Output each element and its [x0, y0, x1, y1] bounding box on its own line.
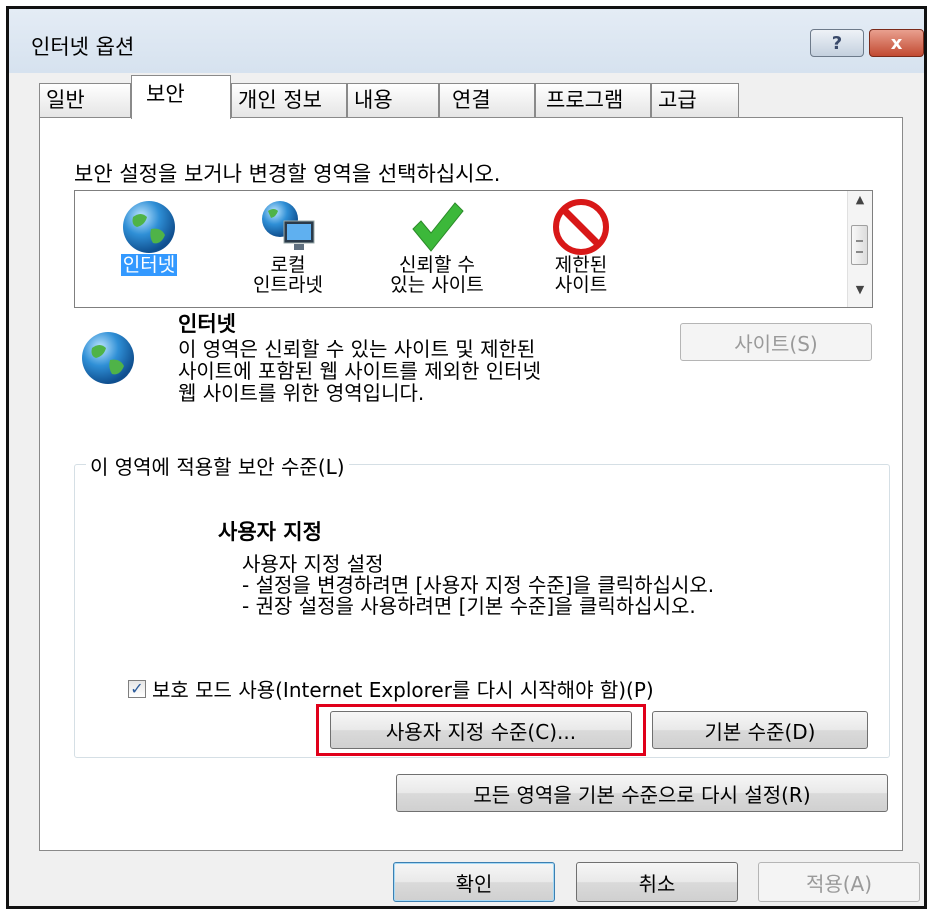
- zone-instruction: 보안 설정을 보거나 변경할 영역을 선택하십시오.: [74, 162, 501, 186]
- window-title: 인터넷 옵션: [31, 35, 135, 59]
- selected-zone-description: 이 영역은 신뢰할 수 있는 사이트 및 제한된 사이트에 포함된 웹 사이트를…: [178, 337, 541, 405]
- tab-general[interactable]: 일반: [39, 83, 131, 118]
- scroll-up-icon[interactable]: ▲: [848, 193, 872, 215]
- zone-trusted-sites[interactable]: 신뢰할 수 있는 사이트: [369, 191, 505, 307]
- zone-label: 인터넷: [120, 254, 178, 276]
- internet-options-dialog: 인터넷 옵션 ? x 일반 보안 개인 정보 내용 연결 프로그램 고급 보안 …: [6, 6, 927, 909]
- tab-connections[interactable]: 연결: [439, 83, 535, 118]
- zone-list-scrollbar[interactable]: ▲ ▼: [847, 191, 872, 307]
- zone-label: 제한된 사이트: [554, 254, 608, 296]
- tab-security[interactable]: 보안: [131, 75, 231, 119]
- security-level-description: 사용자 지정 설정 - 설정을 변경하려면 [사용자 지정 수준]을 클릭하십시…: [242, 552, 715, 618]
- security-level-group-title: 이 영역에 적용할 보안 수준(L): [86, 451, 349, 480]
- custom-level-highlight: [316, 704, 646, 756]
- close-button[interactable]: x: [869, 29, 924, 57]
- globe-icon: [82, 332, 134, 384]
- globe-icon: [123, 201, 175, 253]
- local-intranet-icon: [262, 201, 315, 250]
- scroll-down-icon[interactable]: ▼: [848, 283, 872, 305]
- selected-zone-name: 인터넷: [178, 312, 236, 336]
- zone-label: 신뢰할 수 있는 사이트: [390, 254, 484, 296]
- zone-label: 로컬 인트라넷: [253, 254, 323, 296]
- reset-all-zones-button[interactable]: 모든 영역을 기본 수준으로 다시 설정(R): [396, 774, 888, 812]
- zone-internet[interactable]: 인터넷: [101, 191, 197, 307]
- close-icon: x: [890, 32, 903, 54]
- security-level-name: 사용자 지정: [218, 520, 322, 544]
- tab-content[interactable]: 내용: [347, 83, 439, 118]
- title-bar: 인터넷 옵션 ? x: [9, 9, 924, 73]
- scroll-thumb[interactable]: [851, 225, 868, 265]
- tab-advanced[interactable]: 고급: [651, 83, 739, 118]
- checkmark-icon: [412, 202, 464, 252]
- default-level-button[interactable]: 기본 수준(D): [652, 711, 868, 749]
- ok-button[interactable]: 확인: [393, 862, 555, 902]
- security-tab-panel: 보안 설정을 보거나 변경할 영역을 선택하십시오. 인터넷 로컬 인트라넷 신…: [39, 117, 903, 851]
- zone-list[interactable]: 인터넷 로컬 인트라넷 신뢰할 수 있는 사이트 제한된 사이트 ▲ ▼: [74, 190, 873, 308]
- tab-privacy[interactable]: 개인 정보: [231, 83, 347, 118]
- protected-mode-label: 보호 모드 사용(Internet Explorer를 다시 시작해야 함)(P…: [152, 678, 654, 702]
- tab-programs[interactable]: 프로그램: [535, 83, 651, 118]
- help-icon: ?: [831, 32, 843, 54]
- help-button[interactable]: ?: [810, 29, 864, 57]
- sites-button[interactable]: 사이트(S): [680, 323, 872, 361]
- apply-button[interactable]: 적용(A): [758, 862, 920, 902]
- protected-mode-option[interactable]: ✓ 보호 모드 사용(Internet Explorer를 다시 시작해야 함)…: [128, 674, 654, 703]
- cancel-button[interactable]: 취소: [576, 862, 738, 902]
- restricted-icon: [553, 199, 609, 255]
- zone-local-intranet[interactable]: 로컬 인트라넷: [233, 191, 343, 307]
- zone-restricted-sites[interactable]: 제한된 사이트: [531, 191, 631, 307]
- protected-mode-checkbox[interactable]: ✓: [128, 679, 146, 698]
